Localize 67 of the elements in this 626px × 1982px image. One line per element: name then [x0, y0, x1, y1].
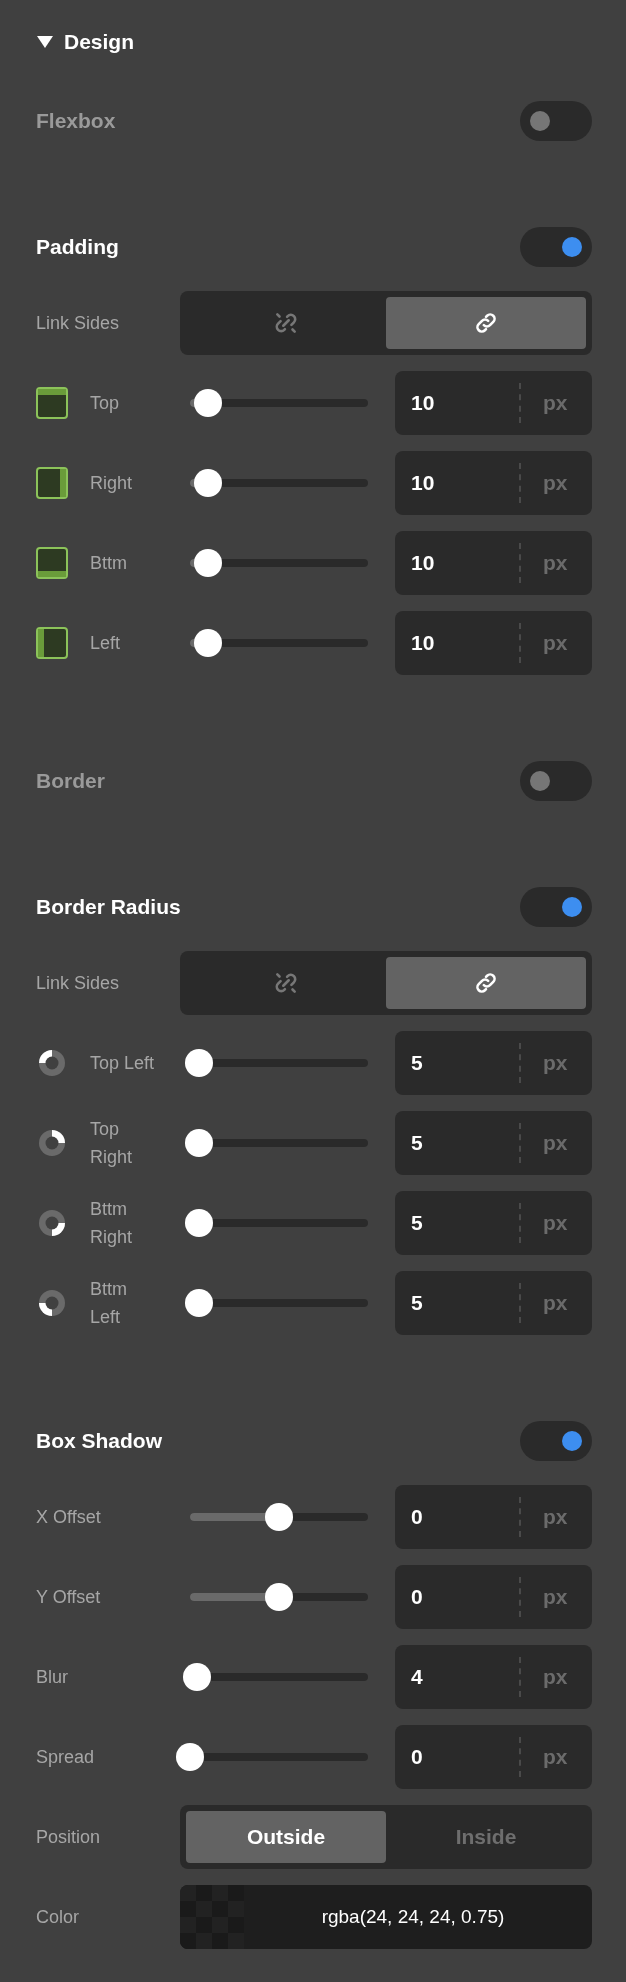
row-label: Top Left [90, 1052, 156, 1075]
number-field[interactable]: 5 px [395, 1191, 592, 1255]
broken-link-icon [273, 970, 299, 996]
panel-title: Design [64, 29, 134, 56]
toggle-switch[interactable] [520, 761, 592, 801]
unit-label: px [542, 1664, 568, 1691]
row-label: Top [90, 392, 120, 415]
unit-label: px [542, 550, 568, 577]
toggle-switch[interactable] [520, 887, 592, 927]
unit-label: px [542, 1504, 568, 1531]
row-label: Spread [36, 1746, 95, 1769]
toggle-switch[interactable] [520, 1421, 592, 1461]
number-field[interactable]: 5 px [395, 1031, 592, 1095]
color-field[interactable]: rgba(24, 24, 24, 0.75) [180, 1885, 592, 1949]
corner-radius-icon [36, 1207, 68, 1239]
number-field[interactable]: 5 px [395, 1271, 592, 1335]
number-field[interactable]: 10 px [395, 611, 592, 675]
corner-radius-icon [36, 1047, 68, 1079]
padding-side-icon [36, 627, 68, 659]
row-label: Top Right [90, 1118, 134, 1169]
toggle-switch[interactable] [520, 101, 592, 141]
link-icon [473, 310, 499, 336]
section-title: Flexbox [36, 108, 116, 135]
number-field[interactable]: 10 px [395, 451, 592, 515]
broken-link-icon [273, 310, 299, 336]
row-label: X Offset [36, 1506, 101, 1529]
caret-icon[interactable] [36, 35, 54, 49]
unit-label: px [542, 1744, 568, 1771]
row-label: Bttm Left [90, 1278, 128, 1329]
row-label: Bttm [90, 552, 127, 575]
section-title: Border Radius [36, 894, 181, 921]
number-field[interactable]: 0 px [395, 1565, 592, 1629]
unit-label: px [542, 1290, 568, 1317]
number-field[interactable]: 10 px [395, 531, 592, 595]
row-label: Link Sides [36, 972, 120, 995]
row-label: Bttm Right [90, 1198, 134, 1249]
number-field[interactable]: 5 px [395, 1111, 592, 1175]
row-label: Position [36, 1826, 101, 1849]
row-label: Blur [36, 1666, 68, 1689]
row-label: Right [90, 472, 133, 495]
number-field[interactable]: 0 px [395, 1725, 592, 1789]
toggle-switch[interactable] [520, 227, 592, 267]
padding-side-icon [36, 547, 68, 579]
row-label: Color [36, 1906, 79, 1929]
number-field[interactable]: 4 px [395, 1645, 592, 1709]
unit-label: px [542, 630, 568, 657]
unit-label: px [542, 1210, 568, 1237]
row-label: Left [90, 632, 121, 655]
row-label: Y Offset [36, 1586, 101, 1609]
unit-label: px [542, 1130, 568, 1157]
corner-radius-icon [36, 1287, 68, 1319]
unit-label: px [542, 1050, 568, 1077]
section-title: Padding [36, 234, 119, 261]
section-title: Box Shadow [36, 1428, 162, 1455]
option-button[interactable]: Outside [186, 1811, 386, 1863]
unit-label: px [542, 390, 568, 417]
unit-label: px [542, 470, 568, 497]
link-icon [473, 970, 499, 996]
corner-radius-icon [36, 1127, 68, 1159]
transparency-swatch [180, 1885, 244, 1949]
padding-side-icon [36, 467, 68, 499]
number-field[interactable]: 10 px [395, 371, 592, 435]
row-label: Link Sides [36, 312, 120, 335]
padding-side-icon [36, 387, 68, 419]
unit-label: px [542, 1584, 568, 1611]
section-title: Border [36, 768, 105, 795]
number-field[interactable]: 0 px [395, 1485, 592, 1549]
